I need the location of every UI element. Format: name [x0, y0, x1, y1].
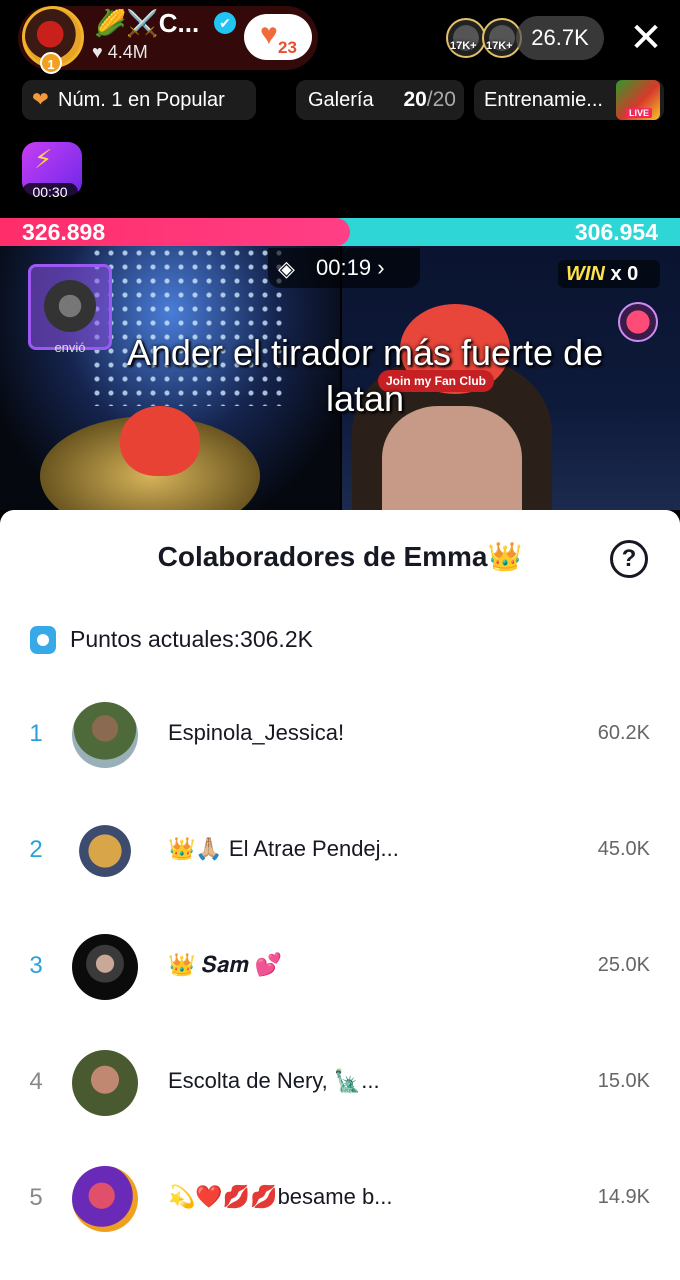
heart-icon: ❤	[32, 89, 49, 111]
live-badge: LIVE	[626, 108, 653, 118]
win-count: x 0	[610, 263, 639, 285]
contributor-name: 💫❤️💋💋besame b...	[168, 1184, 393, 1209]
contributor-score: 15.0K	[597, 1070, 650, 1092]
top-viewer-label: 17K+	[486, 40, 513, 52]
popular-rank-chip[interactable]: ❤ Núm. 1 en Popular	[22, 80, 256, 120]
battle-timer-value: 00:19	[316, 255, 372, 280]
gallery-chip[interactable]: Galería 20/20	[296, 80, 464, 120]
right-score: 306.954	[574, 219, 658, 245]
contributor-row[interactable]: 4 Escolta de Nery, 🗽... 15.0K	[0, 1050, 680, 1120]
contributor-row[interactable]: 2 👑🙏🏼 El Atrae Pendej... 45.0K	[0, 818, 680, 888]
help-icon[interactable]: ?	[610, 540, 648, 578]
contributor-name: 👑🙏🏼 El Atrae Pendej...	[168, 836, 399, 861]
contributor-avatar[interactable]	[72, 818, 138, 884]
training-label: Entrenamie...	[484, 89, 603, 111]
lightning-icon: ⚡	[34, 144, 53, 174]
win-label: WIN	[566, 263, 605, 285]
contributor-avatar[interactable]	[72, 702, 138, 768]
verified-icon: ✔	[214, 12, 236, 34]
points-icon	[30, 626, 56, 654]
contributor-rank: 1	[29, 720, 43, 747]
boost-timer: 00:30	[22, 183, 78, 201]
contributor-name: Espinola_Jessica!	[168, 720, 345, 745]
contributor-avatar[interactable]	[72, 1166, 138, 1232]
contributor-score: 14.9K	[597, 1186, 650, 1208]
contributor-avatar[interactable]	[72, 1050, 138, 1116]
host-level-badge: 1	[40, 52, 62, 74]
contributor-name: 👑 𝑺𝒂𝒎 💕	[168, 952, 283, 977]
viewer-count-button[interactable]: 26.7K	[516, 16, 604, 60]
heart-icon: ♥	[92, 42, 103, 62]
host-likes: ♥ 4.4M	[92, 42, 148, 63]
contributor-rank: 3	[29, 952, 43, 979]
sheet-title: Colaboradores de Emma👑	[157, 541, 523, 572]
fan-club-count: 23	[278, 38, 297, 57]
host-likes-count: 4.4M	[107, 42, 148, 62]
left-score: 326.898	[22, 219, 106, 245]
top-viewer-avatar[interactable]	[446, 18, 486, 58]
caption-overlay: Ander el tirador más fuerte de latan	[126, 332, 604, 419]
current-points: Puntos actuales:306.2K	[70, 626, 313, 652]
contributor-name: Escolta de Nery, 🗽...	[168, 1068, 380, 1093]
contributor-score: 25.0K	[597, 954, 650, 976]
battle-score-bar: 326.898 306.954	[0, 218, 680, 246]
contributor-rank: 5	[29, 1184, 43, 1211]
contributors-sheet: Colaboradores de Emma👑 ? Puntos actuales…	[0, 510, 680, 1280]
contributor-score: 60.2K	[597, 722, 650, 744]
gift-sender-avatar	[44, 280, 96, 332]
heart-icon: ♥	[260, 18, 278, 51]
contributor-rank: 4	[29, 1068, 43, 1095]
contributor-row[interactable]: 1 Espinola_Jessica! 60.2K	[0, 702, 680, 772]
gallery-count: 20/20	[403, 88, 456, 111]
contributor-score: 45.0K	[597, 838, 650, 860]
diamond-icon: ◈	[278, 256, 295, 281]
popular-rank-label: Núm. 1 en Popular	[58, 89, 225, 111]
chevron-right-icon: ›	[377, 255, 385, 280]
host-name[interactable]: 🌽⚔️C...	[94, 8, 199, 39]
top-viewer-label: 17K+	[450, 40, 477, 52]
contributor-rank: 2	[29, 836, 43, 863]
win-streak-badge: WIN x 0	[558, 260, 660, 288]
contributor-row[interactable]: 3 👑 𝑺𝒂𝒎 💕 25.0K	[0, 934, 680, 1004]
contributor-row[interactable]: 5 💫❤️💋💋besame b... 14.9K	[0, 1166, 680, 1236]
contributor-avatar[interactable]	[72, 934, 138, 1000]
gallery-label: Galería	[308, 89, 374, 111]
close-icon[interactable]: ✕	[628, 18, 664, 58]
